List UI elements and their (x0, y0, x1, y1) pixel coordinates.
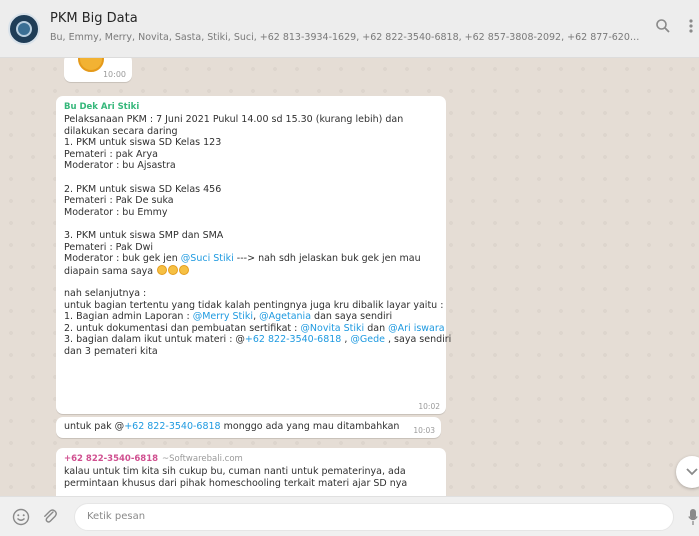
message-sender[interactable]: +62 822-3540-6818 ~Softwarebali.com (64, 454, 438, 464)
sender-alias: ~Softwarebali.com (162, 454, 243, 464)
message-line (64, 172, 438, 184)
message-line: dan 3 pemateri kita (64, 345, 158, 357)
message-bubble[interactable]: untuk pak @+62 822-3540-6818 monggo ada … (56, 417, 441, 438)
mention-link[interactable]: @Gede (350, 334, 385, 345)
message-line: 3. PKM untuk siswa SMP dan SMA (64, 229, 224, 241)
mention-link[interactable]: @Merry Stiki (193, 311, 253, 322)
message-line (64, 218, 438, 230)
message-line: Pelaksanaan PKM : 7 Juni 2021 Pukul 14.0… (64, 114, 404, 125)
group-avatar[interactable] (8, 13, 40, 45)
message-line: dilakukan secara daring (64, 125, 178, 137)
message-line: Pemateri : Pak De suka (64, 195, 174, 207)
message-time: 10:03 (413, 426, 435, 435)
attach-icon[interactable] (42, 508, 58, 530)
message-line: 1. Bagian admin Laporan : @Merry Stiki, … (64, 311, 438, 323)
message-line: Pemateri : Pak Dwi (64, 241, 154, 253)
text-span: , saya sendiri (385, 334, 452, 346)
mention-link[interactable]: +62 822-3540-6818 (124, 421, 220, 432)
message-line: 2. PKM untuk siswa SD Kelas 456 (64, 183, 222, 195)
emoji-icon[interactable] (12, 508, 30, 530)
message-line: kalau untuk tim kita sih cukup bu, cuman… (64, 466, 406, 477)
scroll-down-button[interactable] (676, 456, 699, 488)
grin-emoji-icon (168, 264, 179, 275)
message-line: nah selanjutnya : (64, 287, 147, 299)
sticker-message[interactable]: 10:00 (64, 58, 132, 82)
group-members: Bu, Emmy, Merry, Novita, Sasta, Stiki, S… (50, 32, 640, 43)
sender-phone[interactable]: +62 822-3540-6818 (64, 454, 158, 464)
message-line: 3. bagian dalam ikut untuk materi : @+62… (64, 334, 451, 346)
more-vertical-icon[interactable] (688, 18, 694, 38)
message-time: 10:00 (102, 70, 126, 79)
chat-area[interactable]: 10:00 Bu Dek Ari Stiki Pelaksanaan PKM :… (0, 58, 699, 496)
text-span: dan saya sendiri (311, 311, 393, 323)
microphone-icon[interactable] (688, 508, 698, 530)
message-text: untuk pak @+62 822-3540-6818 monggo ada … (64, 421, 433, 433)
message-line: Moderator : bu Emmy (64, 206, 168, 218)
message-line: 2. untuk dokumentasi dan pembuatan serti… (64, 322, 445, 335)
message-line: permintaan khusus dari pihak homeschooli… (64, 477, 408, 489)
message-line: Moderator : bu Ajsastra (64, 160, 176, 172)
text-span: monggo ada yang mau ditambahkan (220, 421, 400, 432)
message-composer-bar: Ketik pesan (0, 496, 699, 536)
mention-link[interactable]: +62 822-3540-6818 (245, 334, 341, 345)
text-span: 1. Bagian admin Laporan : (64, 311, 193, 323)
text-span: Moderator : buk gek jen (64, 253, 181, 265)
text-span: dan (364, 322, 389, 334)
message-text: Pelaksanaan PKM : 7 Juni 2021 Pukul 14.0… (64, 114, 451, 357)
group-title[interactable]: PKM Big Data (50, 11, 138, 26)
grin-emoji-icon (157, 264, 168, 275)
message-time: 10:02 (418, 402, 440, 411)
mention-link[interactable]: @Novita Stiki (300, 323, 364, 334)
chat-header[interactable]: PKM Big Data Bu, Emmy, Merry, Novita, Sa… (0, 0, 699, 58)
search-icon[interactable] (655, 18, 671, 38)
mention-link[interactable]: @Agetania (259, 311, 311, 322)
message-line: diapain sama saya (64, 264, 438, 277)
chevron-down-icon (685, 464, 699, 480)
message-line: 1. PKM untuk siswa SD Kelas 123 (64, 137, 222, 149)
message-text: kalau untuk tim kita sih cukup bu, cuman… (64, 466, 438, 489)
message-bubble[interactable]: Bu Dek Ari Stiki Pelaksanaan PKM : 7 Jun… (56, 96, 451, 414)
text-span: diapain sama saya (64, 265, 154, 277)
text-span: untuk pak @ (64, 421, 125, 432)
text-span: 3. bagian dalam ikut untuk materi : @ (64, 334, 245, 346)
message-sender[interactable]: Bu Dek Ari Stiki (64, 102, 438, 112)
message-line: Pemateri : pak Arya (64, 148, 158, 160)
sticker-emoji-icon (78, 58, 104, 72)
message-input[interactable]: Ketik pesan (74, 503, 674, 531)
grin-emoji-icon (179, 264, 190, 275)
mention-link[interactable]: @Suci Stiki (181, 253, 234, 264)
message-line (64, 276, 438, 288)
text-span: ---> nah sdh jelaskan buk gek jen mau (233, 253, 421, 265)
message-line: Moderator : buk gek jen @Suci Stiki --->… (64, 253, 438, 265)
mention-link[interactable]: @Ari iswara (388, 323, 444, 334)
text-span: 2. untuk dokumentasi dan pembuatan serti… (64, 322, 301, 334)
message-bubble[interactable]: +62 822-3540-6818 ~Softwarebali.com kalau… (56, 448, 446, 496)
message-line: untuk bagian tertentu yang tidak kalah p… (64, 299, 444, 311)
